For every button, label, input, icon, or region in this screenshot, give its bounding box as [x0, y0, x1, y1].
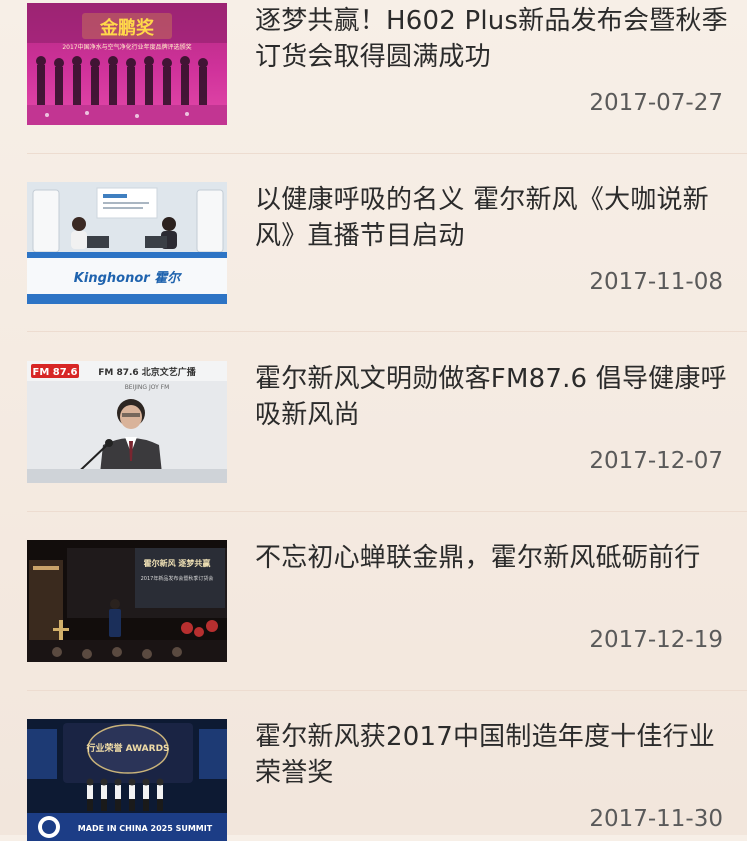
news-thumbnail[interactable]: FM 87.6 FM 87.6 北京文艺广播 BEIJING JOY FM: [27, 361, 227, 483]
news-title[interactable]: 以健康呼吸的名义 霍尔新风《大咖说新风》直播节目启动: [255, 182, 733, 254]
thumb-subcaption: 2017年新品发布会暨秋季订货会: [141, 575, 214, 582]
news-thumbnail[interactable]: Kinghonor 霍尔: [27, 182, 227, 304]
news-date: 2017-11-30: [589, 806, 723, 832]
radio-interview-image: FM 87.6 FM 87.6 北京文艺广播 BEIJING JOY FM: [27, 361, 227, 483]
news-item[interactable]: Kinghonor 霍尔 以健康呼吸的名义 霍尔新风《大咖说新风》直播节目启动 …: [27, 182, 747, 304]
news-thumbnail[interactable]: 霍尔新风 逐梦共赢 2017年新品发布会暨秋季订货会: [27, 540, 227, 662]
thumb-caption: 行业荣誉 AWARDS: [85, 742, 169, 754]
conference-stage-image: 霍尔新风 逐梦共赢 2017年新品发布会暨秋季订货会: [27, 540, 227, 662]
news-date: 2017-11-08: [589, 269, 723, 295]
award-ceremony-image: 行业荣誉 AWARDS MADE IN CHINA 2025 SUMMIT: [27, 719, 227, 841]
news-title[interactable]: 不忘初心蝉联金鼎，霍尔新风砥砺前行: [255, 540, 733, 576]
broadcast-studio-image: Kinghonor 霍尔: [27, 182, 227, 304]
thumb-subcaption: MADE IN CHINA 2025 SUMMIT: [78, 824, 213, 833]
thumb-caption: FM 87.6 北京文艺广播: [98, 366, 197, 378]
news-date: 2017-07-27: [589, 90, 723, 116]
news-item[interactable]: FM 87.6 FM 87.6 北京文艺广播 BEIJING JOY FM 霍尔…: [27, 361, 747, 483]
divider: [27, 331, 747, 332]
thumb-caption: 金鹏奖: [99, 17, 155, 39]
news-thumbnail[interactable]: 金鹏奖 2017中国净水与空气净化行业年度品牌评选颁奖: [27, 3, 227, 125]
news-date: 2017-12-19: [589, 627, 723, 653]
svg-text:FM 87.6: FM 87.6: [33, 367, 78, 378]
divider: [27, 690, 747, 691]
news-title[interactable]: 霍尔新风获2017中国制造年度十佳行业荣誉奖: [255, 719, 733, 791]
news-thumbnail[interactable]: 行业荣誉 AWARDS MADE IN CHINA 2025 SUMMIT: [27, 719, 227, 841]
news-item[interactable]: 霍尔新风 逐梦共赢 2017年新品发布会暨秋季订货会 不忘初心蝉联金鼎，霍尔新风…: [27, 540, 747, 662]
award-stage-image: 金鹏奖 2017中国净水与空气净化行业年度品牌评选颁奖: [27, 3, 227, 125]
news-title[interactable]: 霍尔新风文明勋做客FM87.6 倡导健康呼吸新风尚: [255, 361, 733, 433]
divider: [27, 153, 747, 154]
thumb-subcaption: BEIJING JOY FM: [125, 384, 170, 391]
thumb-subcaption: 2017中国净水与空气净化行业年度品牌评选颁奖: [62, 43, 191, 51]
news-title[interactable]: 逐梦共赢！H602 Plus新品发布会暨秋季订货会取得圆满成功: [255, 3, 733, 75]
thumb-caption: Kinghonor 霍尔: [74, 270, 182, 286]
thumb-caption: 霍尔新风 逐梦共赢: [144, 558, 211, 568]
divider: [27, 511, 747, 512]
news-date: 2017-12-07: [589, 448, 723, 474]
news-item[interactable]: 行业荣誉 AWARDS MADE IN CHINA 2025 SUMMIT 霍尔…: [27, 719, 747, 841]
news-item[interactable]: 金鹏奖 2017中国净水与空气净化行业年度品牌评选颁奖 逐梦共赢！H602 Pl…: [27, 3, 747, 125]
news-list: 金鹏奖 2017中国净水与空气净化行业年度品牌评选颁奖 逐梦共赢！H602 Pl…: [0, 0, 747, 841]
